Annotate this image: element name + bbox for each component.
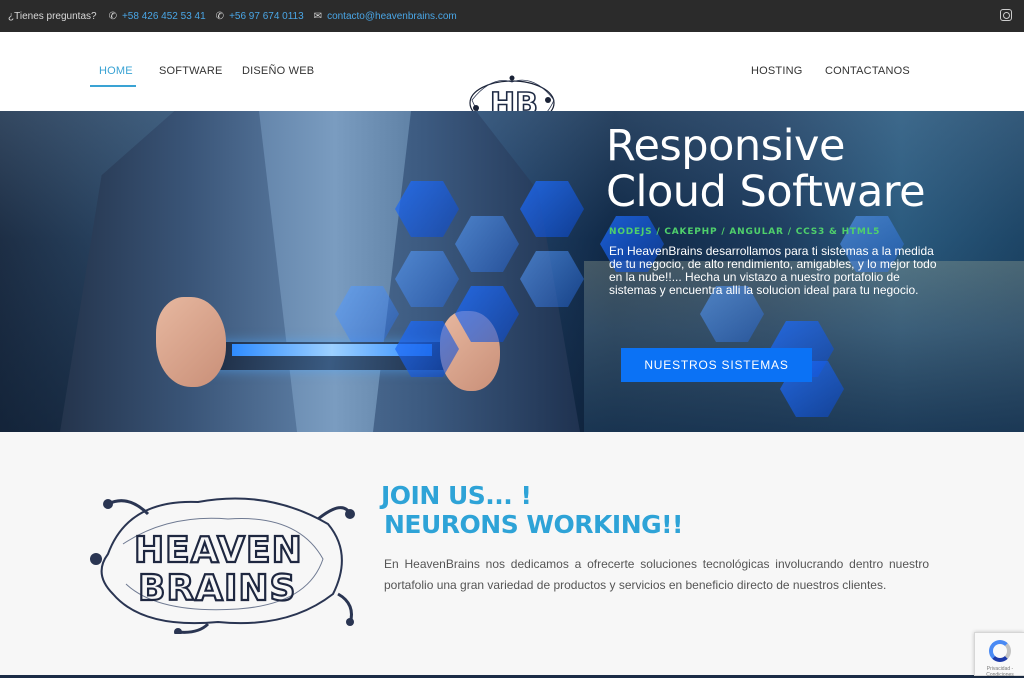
nav-active-indicator bbox=[90, 85, 136, 87]
logo-text-heaven: HEAVEN bbox=[134, 530, 303, 571]
hero-title-line-2: Cloud Software bbox=[606, 167, 926, 217]
join-heading-line-2: NEURONS WORKING!! bbox=[384, 510, 683, 539]
phone-icon: ✆ bbox=[215, 10, 225, 22]
nav-contactanos[interactable]: CONTACTANOS bbox=[825, 65, 910, 77]
join-heading-line-1: JOIN US... ! bbox=[381, 481, 532, 510]
email-link[interactable]: contacto@heavenbrains.com bbox=[327, 11, 457, 22]
top-bar: ¿Tienes preguntas? ✆ +58 426 452 53 41 ✆… bbox=[0, 0, 1024, 32]
nav-software[interactable]: SOFTWARE bbox=[159, 65, 223, 77]
hero-title: Responsive Cloud Software bbox=[606, 121, 926, 217]
nav-diseno-web[interactable]: DISEÑO WEB bbox=[242, 65, 314, 77]
about-description: En HeavenBrains nos dedicamos a ofrecert… bbox=[384, 557, 929, 592]
recaptcha-badge[interactable]: Privacidad - Condiciones bbox=[974, 632, 1024, 678]
phone-2-link[interactable]: +56 97 674 0113 bbox=[229, 11, 304, 22]
phone-1-link[interactable]: +58 426 452 53 41 bbox=[122, 11, 206, 22]
instagram-icon[interactable] bbox=[1000, 9, 1012, 21]
about-section: HEAVEN BRAINS JOIN US... ! NEURONS WORKI… bbox=[0, 432, 1024, 678]
hero-tech-list: NODEJS / CAKEPHP / ANGULAR / CCS3 & HTML… bbox=[609, 227, 881, 237]
hero-description: En HeavenBrains desarrollamos para ti si… bbox=[609, 244, 937, 297]
nuestros-sistemas-button[interactable]: NUESTROS SISTEMAS bbox=[621, 348, 812, 382]
questions-label: ¿Tienes preguntas? bbox=[8, 10, 97, 22]
nav-home[interactable]: HOME bbox=[99, 65, 133, 77]
recaptcha-label: Privacidad - Condiciones bbox=[986, 666, 1014, 678]
recaptcha-icon bbox=[989, 640, 1011, 662]
logo-text-brains: BRAINS bbox=[138, 568, 296, 609]
main-nav: HOME SOFTWARE DISEÑO WEB HB HOSTING CONT… bbox=[0, 32, 1024, 131]
heavenbrains-logo: HEAVEN BRAINS bbox=[90, 497, 355, 634]
mail-icon: ✉ bbox=[313, 10, 323, 22]
phone-1[interactable]: ✆ +58 426 452 53 41 bbox=[109, 11, 206, 22]
hero-banner: Responsive Cloud Software NODEJS / CAKEP… bbox=[0, 111, 1024, 432]
email[interactable]: ✉ contacto@heavenbrains.com bbox=[314, 11, 457, 22]
hero-hand-left bbox=[156, 297, 226, 387]
phone-2[interactable]: ✆ +56 97 674 0113 bbox=[216, 11, 304, 22]
nav-hosting[interactable]: HOSTING bbox=[751, 65, 803, 77]
hero-title-line-1: Responsive bbox=[606, 121, 845, 171]
phone-icon: ✆ bbox=[108, 10, 117, 22]
